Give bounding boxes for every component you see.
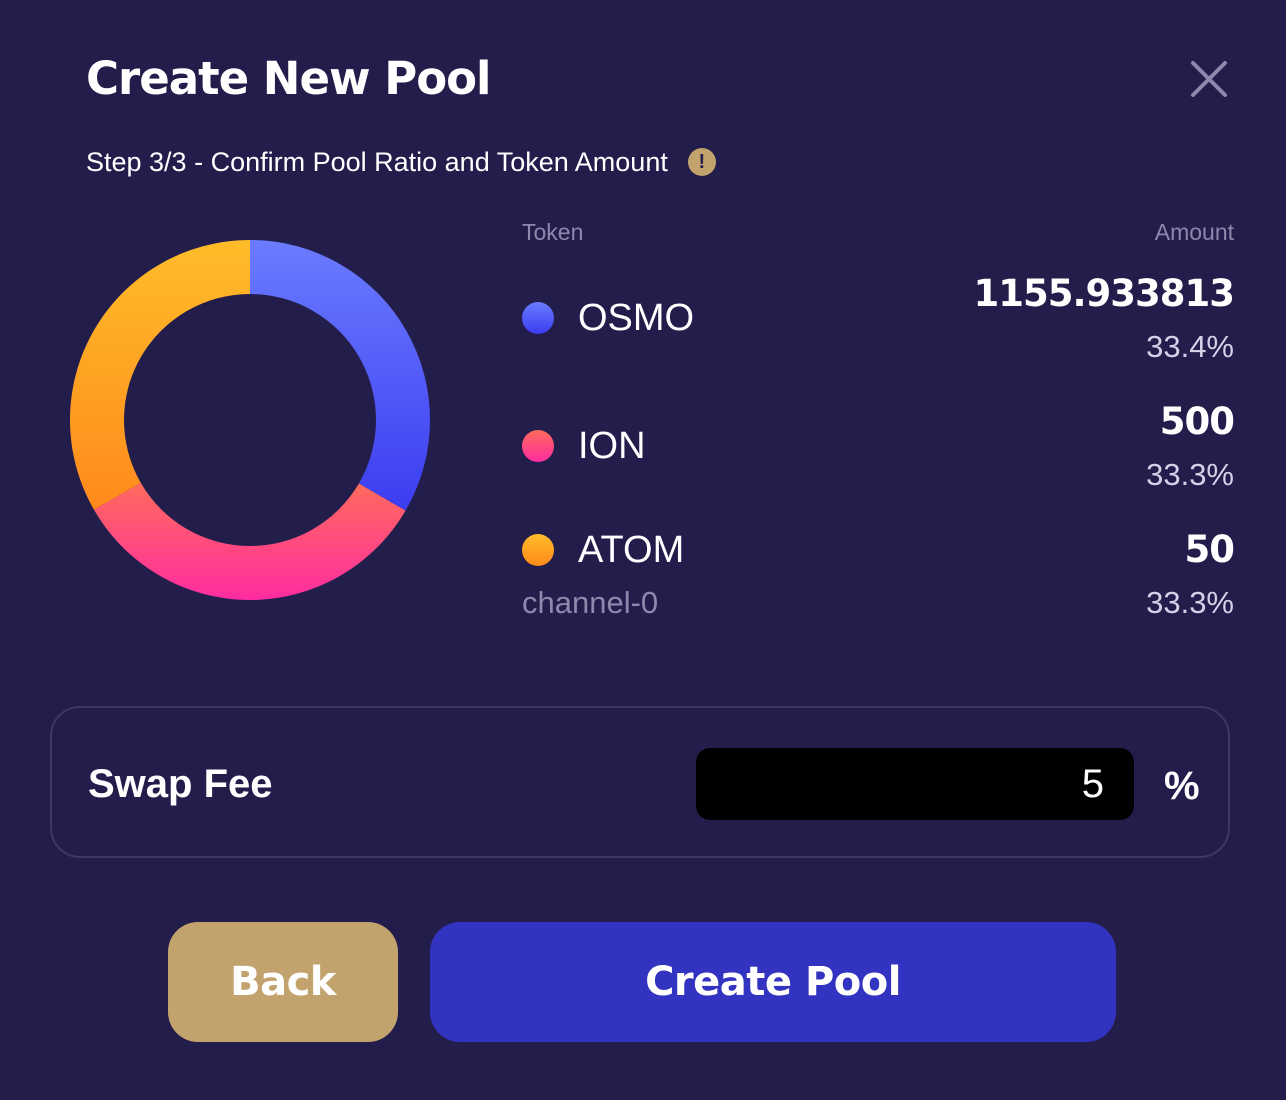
close-button[interactable] (1186, 56, 1232, 102)
percent-osmo: 33.4% (1146, 329, 1234, 364)
swap-fee-input[interactable] (696, 748, 1134, 820)
atom-channel: channel-0 (522, 585, 659, 620)
amount-column-header: Amount (1154, 219, 1234, 245)
atom-color-dot (522, 534, 554, 566)
amount-osmo: 1155.933813 (973, 272, 1235, 315)
token-row-ion: ION (522, 424, 646, 468)
swap-fee-panel: Swap Fee % (50, 706, 1230, 858)
step-subtitle: Step 3/3 - Confirm Pool Ratio and Token … (86, 144, 716, 180)
pool-ratio-donut-chart (69, 240, 430, 600)
percent-atom: 33.3% (1146, 585, 1234, 620)
token-row-osmo: OSMO (522, 296, 694, 340)
token-name-atom: ATOM (578, 529, 685, 571)
donut-segment-osmo (250, 240, 430, 511)
create-pool-button[interactable]: Create Pool (430, 922, 1116, 1042)
osmo-color-dot (522, 302, 554, 334)
modal-title: Create New Pool (86, 52, 491, 105)
donut-segment-ion (93, 482, 406, 600)
swap-fee-unit: % (1164, 764, 1200, 808)
close-icon[interactable] (1186, 56, 1232, 102)
token-name-ion: ION (578, 425, 646, 467)
token-row-atom: ATOM (522, 528, 684, 572)
ion-color-dot (522, 430, 554, 462)
donut-segment-atom (69, 240, 250, 510)
amount-ion: 500 (1159, 400, 1235, 443)
step-subtitle-text: Step 3/3 - Confirm Pool Ratio and Token … (86, 147, 668, 177)
info-icon[interactable]: ! (687, 148, 716, 176)
back-button[interactable]: Back (168, 922, 398, 1042)
amount-atom: 50 (1184, 528, 1235, 571)
token-column-header: Token (522, 219, 584, 245)
token-name-osmo: OSMO (578, 297, 695, 339)
swap-fee-label: Swap Fee (88, 762, 273, 806)
percent-ion: 33.3% (1146, 457, 1234, 492)
